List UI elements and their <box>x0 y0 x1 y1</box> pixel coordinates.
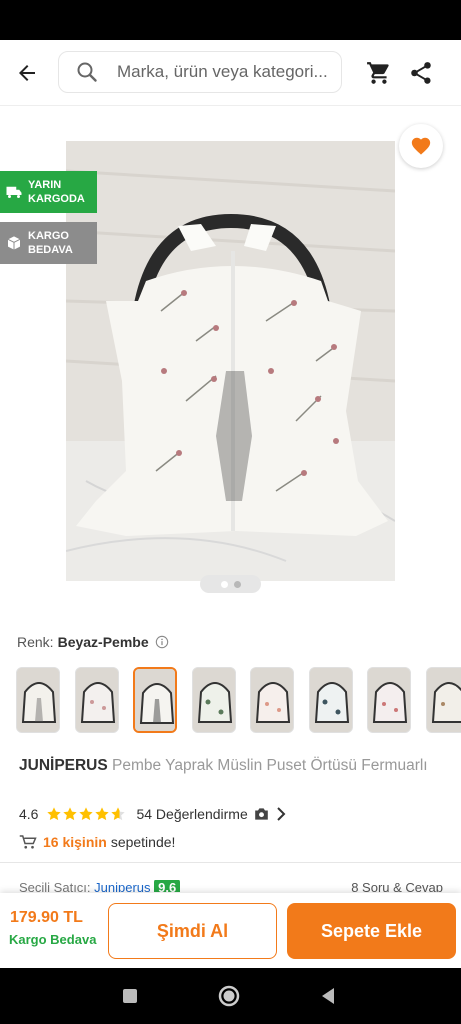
seller-name[interactable]: Juniperus <box>94 880 150 892</box>
back-nav-icon[interactable] <box>316 984 340 1008</box>
badge-label: BEDAVA <box>28 244 73 256</box>
top-bar <box>0 40 461 106</box>
star-icon <box>79 807 94 821</box>
badge-label: YARIN <box>28 179 62 191</box>
color-thumbnail[interactable] <box>75 667 119 733</box>
back-arrow-icon <box>19 65 35 81</box>
free-shipping-badge: KARGO BEDAVA <box>0 222 97 264</box>
color-value: Beyaz-Pembe <box>57 634 149 650</box>
pager-dot-active <box>220 580 228 588</box>
home-icon[interactable] <box>217 984 241 1008</box>
search-icon <box>77 62 97 82</box>
add-to-cart-button[interactable]: Sepete Ekle <box>287 903 456 959</box>
color-thumbnails <box>16 667 461 735</box>
cart-icon[interactable] <box>366 60 392 86</box>
product-name: Pembe Yaprak Müslin Puset Örtüsü Fermuar… <box>112 757 428 774</box>
divider <box>0 862 461 863</box>
box-icon <box>7 236 21 250</box>
star-icon <box>47 807 62 821</box>
seller-score: 9.6 <box>154 880 181 892</box>
star-icon <box>95 807 110 821</box>
in-carts-info: 16 kişinin sepetinde! <box>19 834 175 850</box>
info-icon[interactable] <box>155 635 169 649</box>
camera-icon <box>254 808 268 820</box>
bottom-action-bar: 179.90 TL Kargo Bedava Şimdi Al Sepete E… <box>0 893 461 968</box>
product-photo <box>66 141 395 581</box>
search-box[interactable] <box>58 51 342 93</box>
shipping-tomorrow-badge: YARIN KARGODA <box>0 171 97 213</box>
share-icon[interactable] <box>408 60 434 86</box>
cart-count-text: sepetinde! <box>110 834 176 850</box>
reviews-link[interactable]: 54 Değerlendirme <box>136 806 286 822</box>
rating-value: 4.6 <box>19 806 39 822</box>
favorite-button[interactable] <box>399 124 443 168</box>
back-button[interactable] <box>12 58 42 88</box>
star-icon <box>63 807 78 821</box>
truck-icon <box>6 186 22 198</box>
seller-label: Seçili Satıcı: <box>19 880 91 892</box>
chevron-right-icon <box>277 807 286 821</box>
product-image[interactable] <box>66 141 395 581</box>
status-bar <box>0 0 461 40</box>
shopping-cart-icon <box>19 835 37 849</box>
color-thumbnail-selected[interactable] <box>133 667 177 733</box>
buy-now-button[interactable]: Şimdi Al <box>108 903 277 959</box>
color-thumbnail[interactable] <box>426 667 461 733</box>
color-selector-label: Renk: Beyaz-Pembe <box>17 634 169 650</box>
rating-row: 4.6 54 Değerlendirme <box>19 806 287 822</box>
price: 179.90 TL <box>10 909 83 926</box>
product-brand[interactable]: JUNİPERUS <box>19 757 108 774</box>
seller-row: Seçili Satıcı: Juniperus 9.6 8 Soru & Ce… <box>19 880 449 892</box>
image-pager[interactable] <box>200 575 261 593</box>
pager-dot <box>233 580 241 588</box>
product-title: JUNİPERUS Pembe Yaprak Müslin Puset Örtü… <box>19 756 439 776</box>
rating-stars <box>46 806 126 822</box>
color-thumbnail[interactable] <box>192 667 236 733</box>
color-label: Renk: <box>17 634 54 650</box>
qa-link[interactable]: 8 Soru & Cevap <box>351 880 443 892</box>
color-thumbnail[interactable] <box>250 667 294 733</box>
color-thumbnail[interactable] <box>367 667 411 733</box>
reviews-count: 54 Değerlendirme <box>136 806 248 822</box>
heart-icon <box>411 137 431 155</box>
color-thumbnail[interactable] <box>309 667 353 733</box>
star-icon <box>111 807 126 821</box>
color-thumbnail[interactable] <box>16 667 60 733</box>
cart-count-value: 16 kişinin <box>43 834 107 850</box>
badge-label: KARGODA <box>28 193 85 205</box>
system-nav-bar <box>0 968 461 1024</box>
search-input[interactable] <box>117 52 335 92</box>
free-shipping-text: Kargo Bedava <box>9 932 97 947</box>
badge-label: KARGO <box>28 230 69 242</box>
recents-icon[interactable] <box>118 984 142 1008</box>
